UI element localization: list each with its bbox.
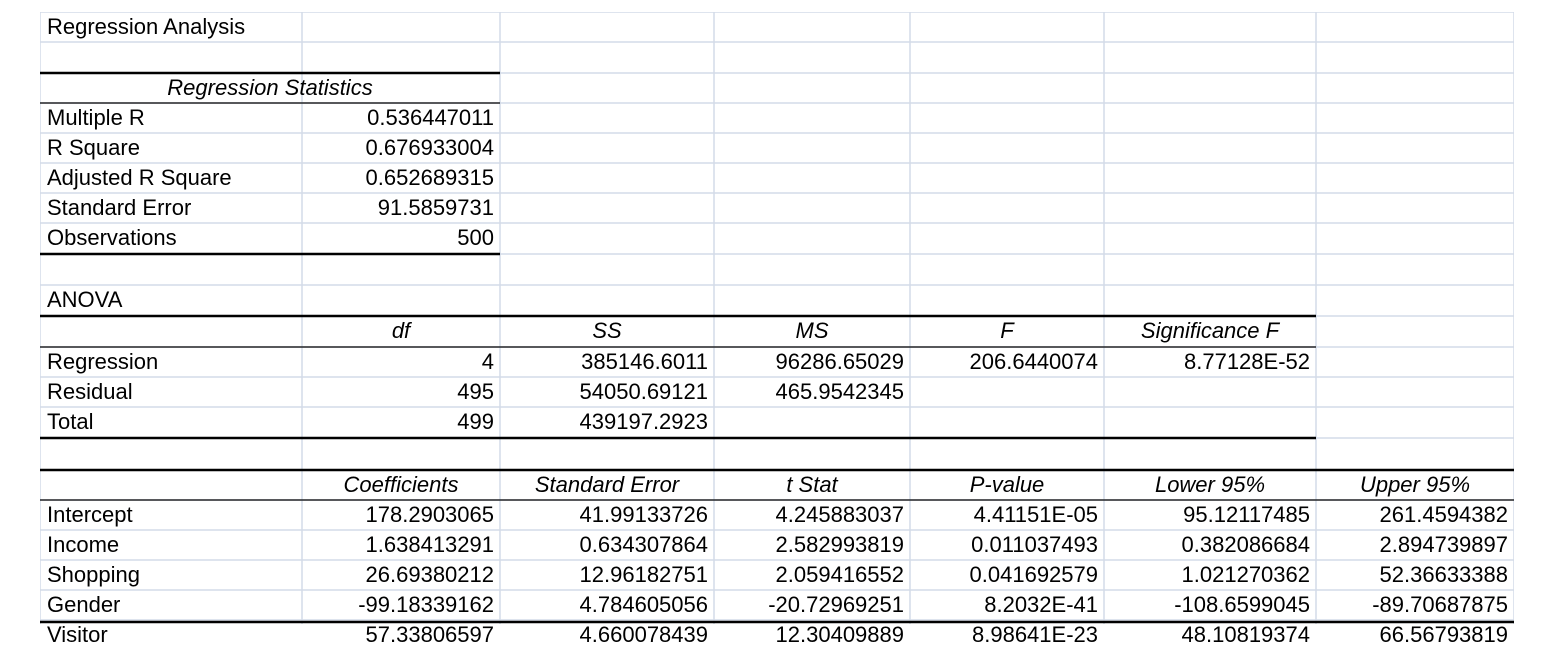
coef-label-gender: Gender bbox=[47, 592, 121, 617]
anova-title: ANOVA bbox=[47, 287, 123, 312]
regression-output-sheet: Regression Analysis Regression Statistic… bbox=[40, 12, 1514, 647]
anova-label-total: Total bbox=[47, 409, 94, 434]
coef-header-lower-95: Lower 95% bbox=[1154, 472, 1266, 497]
coef-shopping-standard-error: 12.96182751 bbox=[579, 562, 708, 587]
anova-label-regression: Regression bbox=[47, 349, 159, 374]
stat-label-observations: Observations bbox=[47, 225, 177, 250]
anova-residual-ss: 54050.69121 bbox=[579, 379, 708, 404]
coef-header-upper-95: Upper 95% bbox=[1359, 472, 1471, 497]
coef-label-intercept: Intercept bbox=[47, 502, 133, 527]
anova-regression-f: 206.6440074 bbox=[969, 349, 1098, 374]
anova-header-ms: MS bbox=[795, 318, 829, 343]
coef-shopping-upper-95: 52.36633388 bbox=[1379, 562, 1508, 587]
coef-gender-coefficient: -99.18339162 bbox=[358, 592, 494, 617]
anova-regression-df: 4 bbox=[481, 349, 494, 374]
stat-value-adjusted-r-square: 0.652689315 bbox=[365, 165, 494, 190]
coef-gender-p-value: 8.2032E-41 bbox=[984, 592, 1098, 617]
coef-intercept-standard-error: 41.99133726 bbox=[579, 502, 708, 527]
stat-label-r-square: R Square bbox=[47, 135, 140, 160]
stat-label-standard-error: Standard Error bbox=[47, 195, 192, 220]
anova-header-df: df bbox=[391, 318, 411, 343]
coef-intercept-coefficient: 178.2903065 bbox=[365, 502, 494, 527]
coef-shopping-coefficient: 26.69380212 bbox=[365, 562, 494, 587]
anova-regression-significance-f: 8.77128E-52 bbox=[1184, 349, 1310, 374]
coef-shopping-p-value: 0.041692579 bbox=[969, 562, 1098, 587]
coef-visitor-p-value: 8.98641E-23 bbox=[972, 622, 1098, 647]
regression-statistics-header: Regression Statistics bbox=[167, 75, 373, 100]
coef-gender-upper-95: -89.70687875 bbox=[1372, 592, 1508, 617]
coef-header-standard-error: Standard Error bbox=[534, 472, 680, 497]
anova-residual-ms: 465.9542345 bbox=[775, 379, 904, 404]
coef-income-lower-95: 0.382086684 bbox=[1181, 532, 1310, 557]
stat-value-observations: 500 bbox=[457, 225, 494, 250]
coef-visitor-standard-error: 4.660078439 bbox=[579, 622, 708, 647]
stat-value-r-square: 0.676933004 bbox=[365, 135, 494, 160]
coef-header-t-stat: t Stat bbox=[786, 472, 838, 497]
stat-label-multiple-r: Multiple R bbox=[47, 105, 145, 130]
coef-income-upper-95: 2.894739897 bbox=[1379, 532, 1508, 557]
coef-intercept-upper-95: 261.4594382 bbox=[1379, 502, 1508, 527]
coef-intercept-t-stat: 4.245883037 bbox=[775, 502, 904, 527]
anova-header-significance-f: Significance F bbox=[1140, 318, 1280, 343]
anova-regression-ss: 385146.6011 bbox=[581, 349, 708, 374]
coef-income-standard-error: 0.634307864 bbox=[579, 532, 708, 557]
coef-header-p-value: P-value bbox=[969, 472, 1045, 497]
stat-value-multiple-r: 0.536447011 bbox=[367, 105, 494, 130]
coef-income-coefficient: 1.638413291 bbox=[365, 532, 494, 557]
anova-label-residual: Residual bbox=[47, 379, 133, 404]
coef-gender-t-stat: -20.72969251 bbox=[768, 592, 904, 617]
coef-visitor-coefficient: 57.33806597 bbox=[365, 622, 494, 647]
anova-total-ss: 439197.2923 bbox=[579, 409, 708, 434]
coef-visitor-upper-95: 66.56793819 bbox=[1379, 622, 1508, 647]
coef-income-t-stat: 2.582993819 bbox=[775, 532, 904, 557]
coef-label-income: Income bbox=[47, 532, 120, 557]
anova-header-f: F bbox=[1000, 318, 1014, 343]
coef-visitor-t-stat: 12.30409889 bbox=[775, 622, 904, 647]
coef-header-coefficients: Coefficients bbox=[343, 472, 459, 497]
coef-intercept-lower-95: 95.12117485 bbox=[1183, 502, 1310, 527]
anova-residual-df: 495 bbox=[457, 379, 494, 404]
coef-gender-standard-error: 4.784605056 bbox=[579, 592, 708, 617]
stat-label-adjusted-r-square: Adjusted R Square bbox=[47, 165, 232, 190]
coef-visitor-lower-95: 48.10819374 bbox=[1181, 622, 1310, 647]
coef-shopping-t-stat: 2.059416552 bbox=[775, 562, 904, 587]
coef-gender-lower-95: -108.6599045 bbox=[1174, 592, 1310, 617]
anova-total-df: 499 bbox=[457, 409, 494, 434]
coef-label-shopping: Shopping bbox=[47, 562, 140, 587]
coef-shopping-lower-95: 1.021270362 bbox=[1181, 562, 1310, 587]
sheet-title: Regression Analysis bbox=[47, 14, 246, 39]
coef-label-visitor: Visitor bbox=[47, 622, 108, 647]
coef-intercept-p-value: 4.41151E-05 bbox=[973, 502, 1098, 527]
anova-header-ss: SS bbox=[592, 318, 622, 343]
stat-value-standard-error: 91.5859731 bbox=[377, 195, 494, 220]
anova-regression-ms: 96286.65029 bbox=[775, 349, 904, 374]
coef-income-p-value: 0.011037493 bbox=[971, 532, 1098, 557]
